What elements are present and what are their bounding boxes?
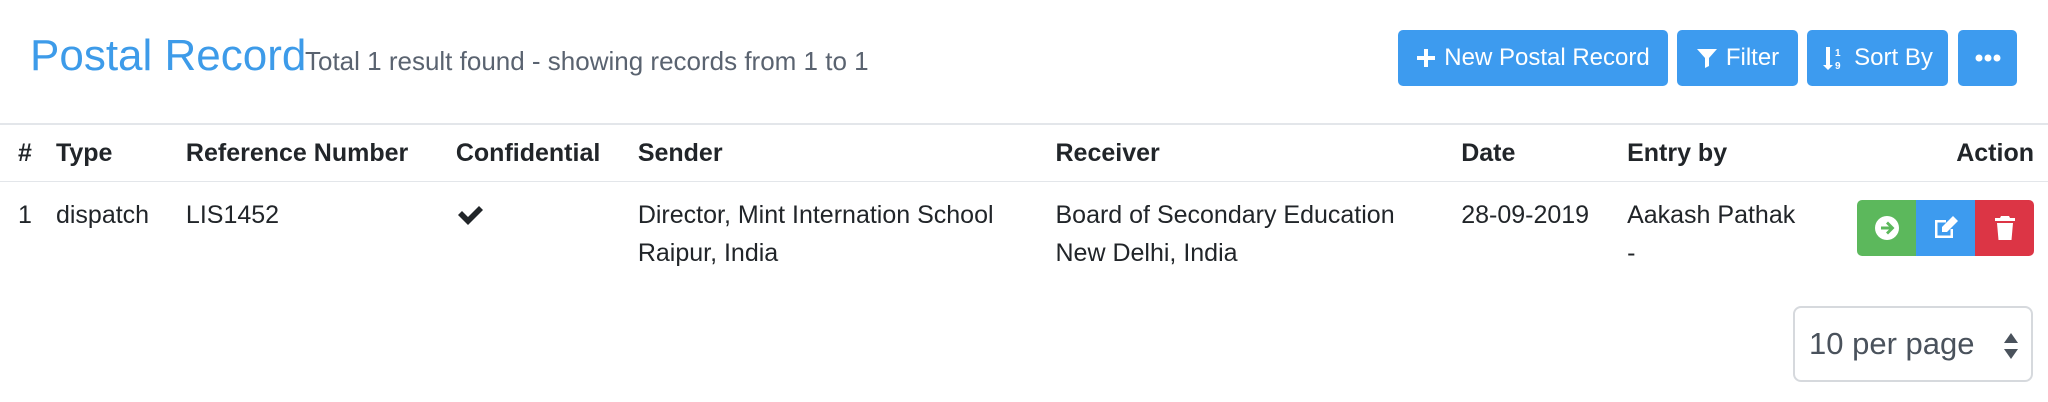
svg-text:9: 9 [1835, 61, 1841, 71]
checkmark-icon [457, 205, 483, 225]
row-sender: Director, Mint Internation School Raipur… [638, 181, 1056, 272]
row-receiver: Board of Secondary Education New Delhi, … [1056, 181, 1462, 272]
row-actions [1857, 181, 2048, 272]
column-header-action: Action [1857, 127, 2048, 182]
more-options-button[interactable] [1958, 30, 2017, 86]
column-header-date[interactable]: Date [1461, 127, 1628, 182]
entry-by-detail: - [1627, 238, 1636, 267]
svg-text:1: 1 [1835, 48, 1841, 59]
edit-icon [1934, 215, 1958, 238]
edit-record-button[interactable] [1916, 199, 1975, 256]
receiver-name: Board of Secondary Education [1055, 200, 1395, 229]
arrow-circle-right-icon [1874, 215, 1899, 240]
filter-label: Filter [1725, 44, 1780, 71]
column-header-confidential[interactable]: Confidential [455, 127, 638, 182]
sender-name: Director, Mint Internation School [637, 200, 994, 229]
sender-location: Raipur, India [637, 238, 779, 267]
ellipsis-icon [1975, 54, 2000, 62]
delete-record-button[interactable] [1975, 199, 2034, 256]
plus-icon [1417, 49, 1436, 67]
per-page-select[interactable]: 10 per page [1793, 306, 2033, 382]
column-header-receiver[interactable]: Receiver [1055, 127, 1462, 182]
select-arrows-icon [2004, 333, 2018, 359]
column-header-reference-number[interactable]: Reference Number [185, 127, 456, 182]
action-button-group [1857, 199, 2034, 256]
receiver-location: New Delhi, India [1055, 238, 1238, 267]
filter-icon [1696, 49, 1717, 68]
sort-by-label: Sort By [1854, 44, 1933, 71]
entry-by-name: Aakash Pathak [1627, 200, 1796, 229]
postal-records-table: # Type Reference Number Confidential Sen… [0, 127, 2048, 272]
view-record-button[interactable] [1857, 199, 1916, 256]
column-header-entry-by[interactable]: Entry by [1627, 127, 1857, 182]
filter-button[interactable]: Filter [1677, 30, 1798, 86]
row-entry-by: Aakash Pathak - [1627, 181, 1857, 272]
column-header-type[interactable]: Type [55, 127, 186, 182]
sort-by-button[interactable]: 1 9 Sort By [1807, 30, 1948, 86]
per-page-value: 10 per page [1809, 326, 1975, 361]
new-postal-record-button[interactable]: New Postal Record [1398, 30, 1668, 86]
row-confidential [456, 181, 638, 272]
table-header-row: # Type Reference Number Confidential Sen… [0, 127, 2048, 182]
row-number: 1 [18, 200, 32, 229]
column-header-sender[interactable]: Sender [637, 127, 1056, 182]
row-date: 28-09-2019 [1461, 200, 1590, 229]
table-row: 1 dispatch LIS1452 Director, Mint Intern… [0, 181, 2048, 272]
page-title: Postal Record [30, 31, 307, 80]
row-type: dispatch [55, 200, 150, 229]
trash-icon [1994, 215, 2015, 240]
row-reference-number: LIS1452 [185, 200, 280, 229]
results-summary: Total 1 result found - showing records f… [305, 46, 869, 76]
page-header: Postal Record Total 1 result found - sho… [0, 0, 2048, 125]
new-postal-record-label: New Postal Record [1444, 44, 1650, 71]
sort-numeric-icon: 1 9 [1823, 47, 1841, 71]
column-header-number[interactable]: # [0, 127, 56, 182]
